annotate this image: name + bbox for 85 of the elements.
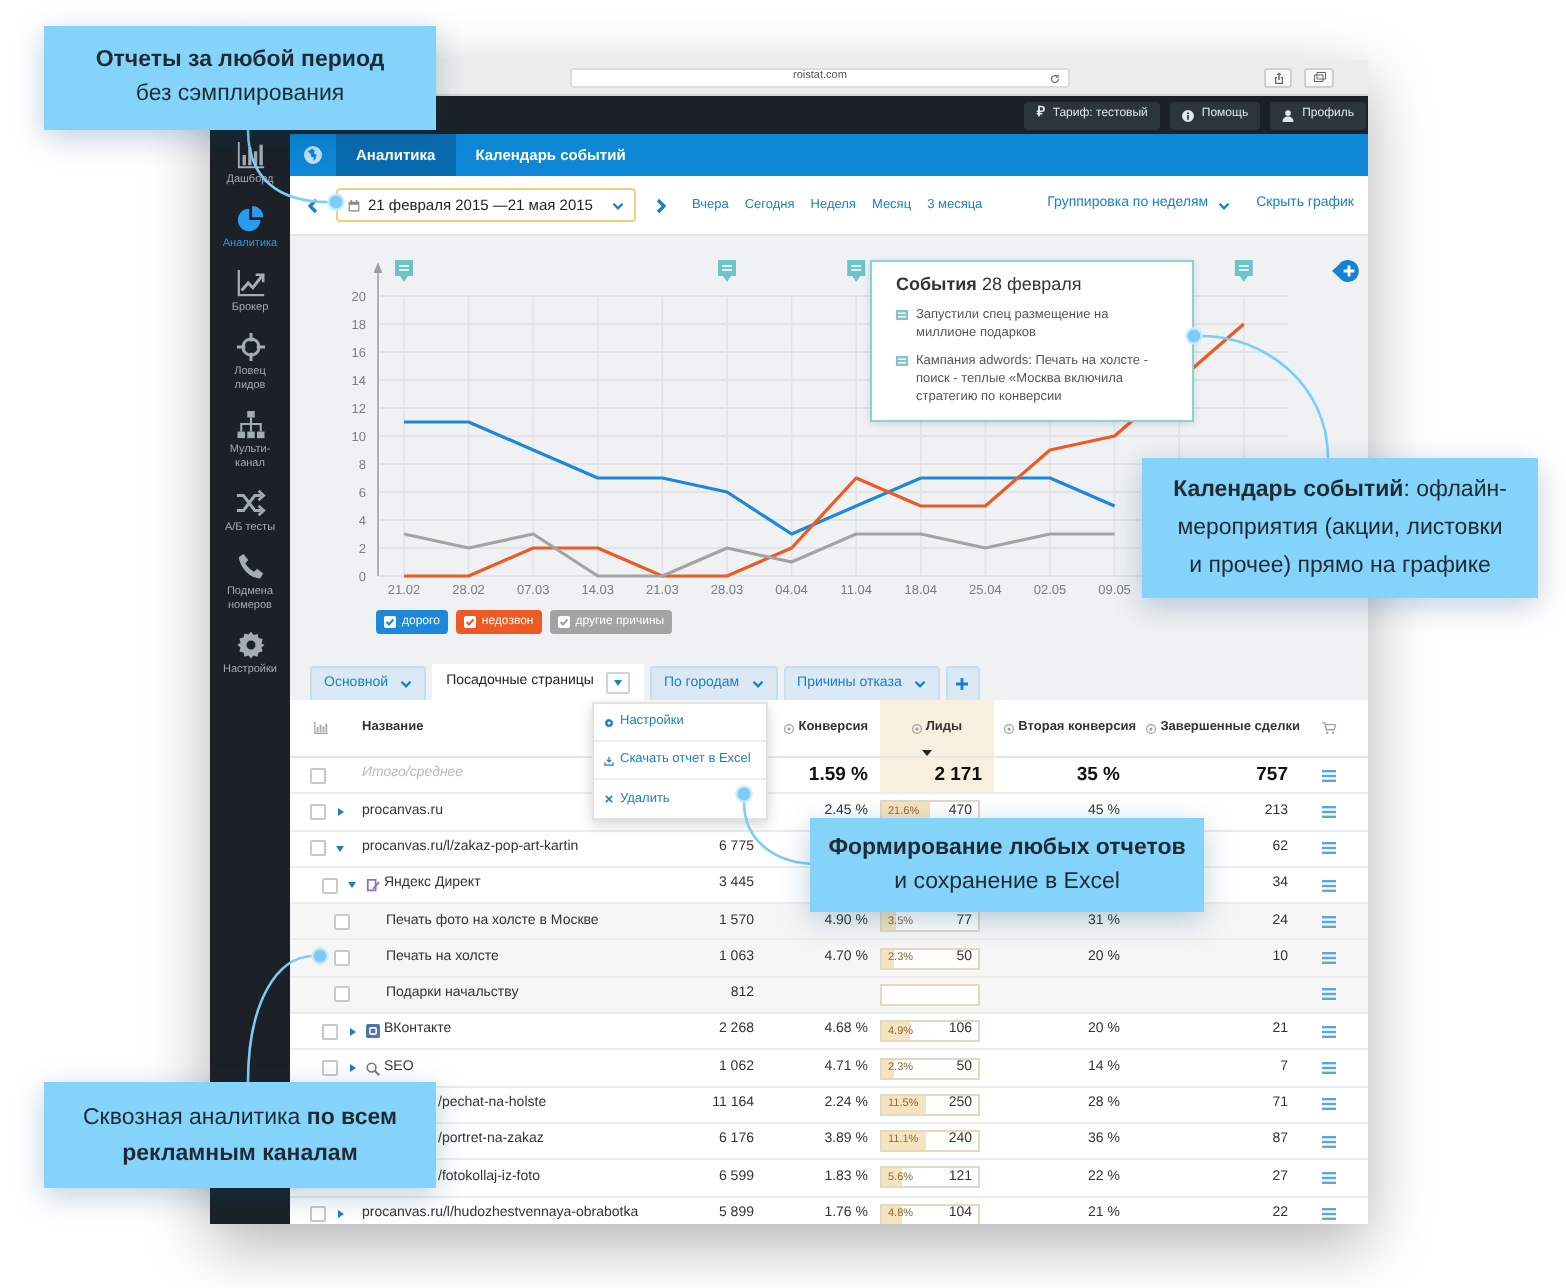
checkbox[interactable] — [310, 840, 326, 857]
calendar-icon — [348, 199, 360, 211]
checkbox[interactable] — [310, 803, 326, 820]
caret-down-icon[interactable] — [336, 845, 344, 852]
bar-chart-icon — [314, 722, 328, 734]
add-tab-button[interactable] — [945, 666, 980, 700]
caret-right-icon[interactable] — [337, 807, 343, 816]
share-icon — [1273, 71, 1283, 83]
menu-icon[interactable] — [1322, 988, 1336, 1001]
menu-icon[interactable] — [1322, 879, 1336, 892]
note-icon — [896, 310, 908, 320]
logo-tile-icon — [366, 1024, 380, 1039]
chevron-down-icon — [1218, 201, 1231, 209]
info-icon — [1146, 723, 1157, 733]
info-icon — [1181, 109, 1194, 121]
tab-menu-button[interactable] — [605, 671, 630, 693]
document-icon — [366, 878, 380, 893]
menu-icon[interactable] — [1322, 769, 1336, 782]
checkbox[interactable] — [310, 1206, 326, 1223]
callout-text: Формирование любых отчетов и сохранение в Excel — [828, 833, 1186, 897]
caret-right-icon[interactable] — [349, 1064, 355, 1073]
table-cell: 757 — [1256, 763, 1288, 786]
checkbox[interactable] — [322, 1023, 338, 1040]
menu-icon[interactable] — [1322, 842, 1336, 855]
menu-icon[interactable] — [1322, 1025, 1336, 1038]
info-icon — [911, 723, 922, 733]
note-icon — [896, 356, 908, 366]
settings-icon — [235, 630, 265, 660]
caret-right-icon[interactable] — [337, 1210, 343, 1219]
caret-down-icon[interactable] — [348, 882, 356, 889]
menu-icon[interactable] — [1322, 952, 1336, 965]
tabs-button[interactable] — [1304, 67, 1334, 87]
chevron-down-icon — [400, 680, 413, 688]
menu-icon[interactable] — [1322, 1098, 1336, 1111]
checkbox[interactable] — [322, 877, 338, 894]
checkbox[interactable] — [334, 986, 350, 1003]
speech-bubble-icon[interactable] — [395, 260, 413, 282]
menu-icon[interactable] — [1322, 1171, 1336, 1184]
plus-icon — [956, 678, 969, 690]
info-icon — [784, 723, 795, 733]
speech-bubble-icon[interactable] — [718, 260, 736, 282]
pie-chart-icon — [235, 204, 265, 234]
settings-icon — [604, 717, 614, 727]
speech-bubble-icon[interactable] — [1234, 260, 1253, 282]
chevron-right-icon[interactable] — [656, 197, 666, 213]
chevron-down-icon — [612, 201, 624, 209]
callout-text: Сквозная аналитика по всем рекламным каналам — [83, 1103, 397, 1169]
download-icon — [604, 755, 614, 765]
shuffle-icon — [235, 488, 265, 518]
popup-title: События 28 февраля — [896, 274, 1084, 296]
menu-icon[interactable] — [1322, 805, 1336, 818]
checkbox[interactable] — [322, 1060, 338, 1077]
info-icon — [1004, 723, 1015, 733]
checkbox[interactable] — [310, 767, 326, 784]
chevron-down-icon — [751, 680, 764, 688]
tabs-icon — [1313, 72, 1325, 82]
bar-chart-icon — [235, 140, 265, 170]
table-cell: 35 % — [1076, 763, 1120, 786]
share-button[interactable] — [1264, 67, 1292, 87]
line-chart-icon — [235, 268, 265, 298]
hierarchy-icon — [235, 410, 265, 440]
speech-bubble-icon[interactable] — [847, 260, 866, 282]
add-event-icon[interactable] — [1332, 260, 1360, 282]
menu-icon[interactable] — [1322, 1208, 1336, 1221]
table-cell: 2 171 — [934, 761, 982, 790]
menu-icon[interactable] — [1322, 915, 1336, 928]
table-cell: 1.59 % — [808, 763, 868, 786]
caret-right-icon[interactable] — [349, 1027, 355, 1036]
globe-icon — [304, 146, 322, 164]
user-icon — [1282, 109, 1295, 121]
checkbox[interactable] — [334, 950, 350, 967]
chevron-left-icon[interactable] — [308, 197, 318, 213]
reload-icon — [1050, 73, 1060, 83]
chevron-down-icon — [913, 680, 926, 688]
close-icon — [604, 794, 614, 804]
checkbox[interactable] — [334, 913, 350, 930]
phone-icon — [235, 552, 265, 582]
crosshair-icon — [235, 332, 265, 362]
caret-down-icon — [613, 679, 622, 685]
menu-icon[interactable] — [1322, 1062, 1336, 1075]
callout-text: Отчеты за любой период без сэмплирования — [95, 46, 385, 110]
cart-icon — [1322, 722, 1336, 734]
search-icon — [366, 1061, 380, 1076]
menu-icon[interactable] — [1322, 1135, 1336, 1148]
callout-text: Календарь событий: офлайн- мероприятия (акции, листовки и прочее) прямо на графике — [1173, 475, 1507, 581]
